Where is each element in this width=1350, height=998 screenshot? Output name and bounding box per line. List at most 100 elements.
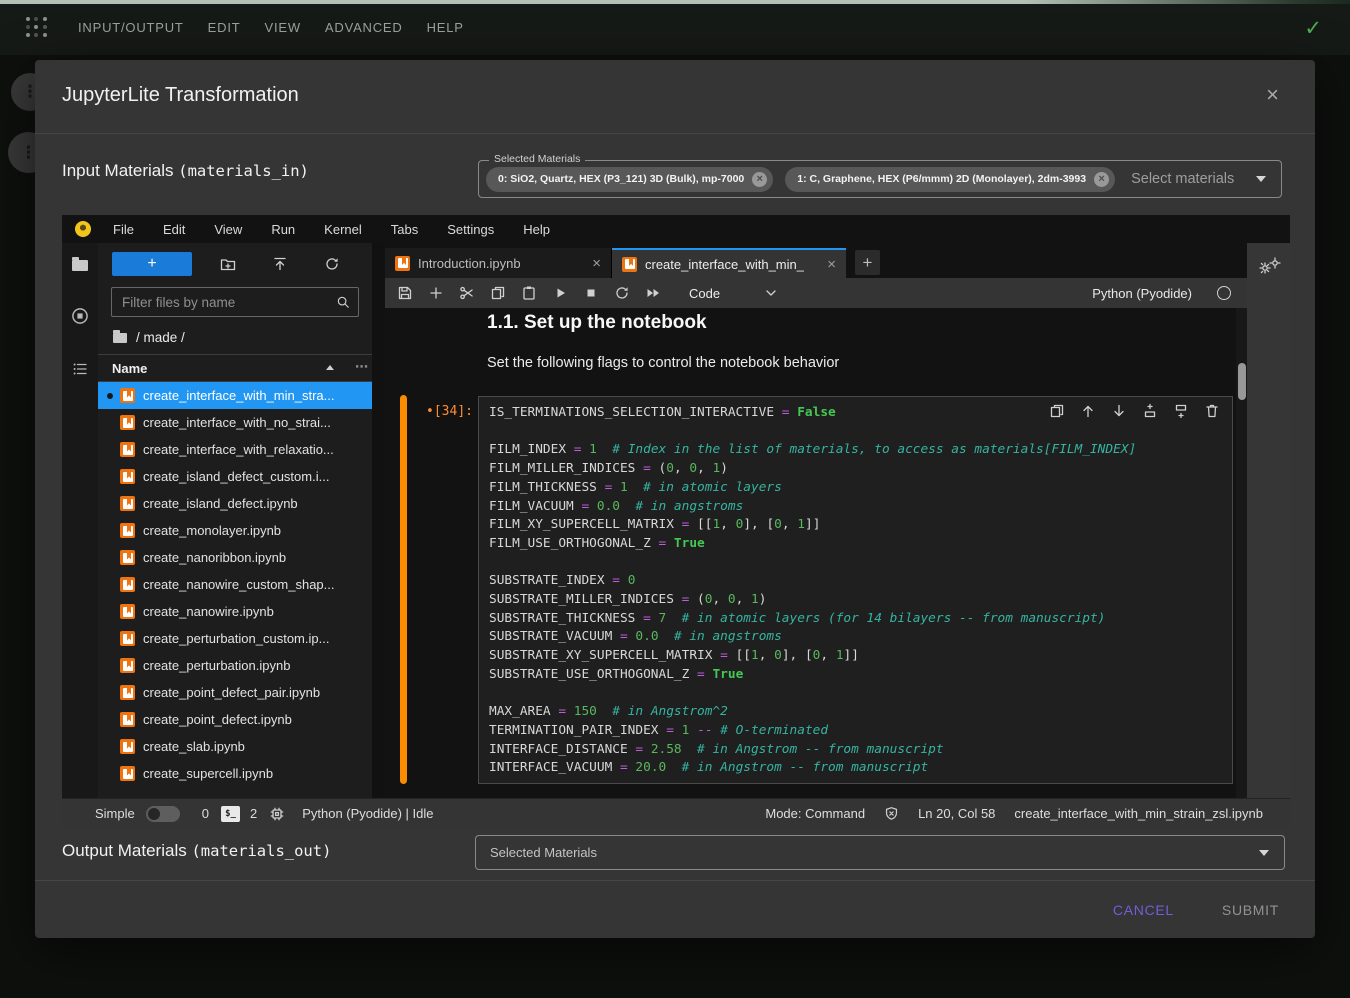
kernel-status-text[interactable]: Python (Pyodide) | Idle xyxy=(302,806,433,821)
filter-files-input[interactable] xyxy=(111,287,359,317)
tab-label[interactable]: create_interface_with_min_ xyxy=(645,257,804,272)
file-list-item[interactable]: create_nanowire_custom_shap... xyxy=(98,571,372,598)
dropdown-arrow-icon[interactable] xyxy=(1259,850,1269,856)
upload-icon[interactable] xyxy=(272,256,288,272)
output-materials-select[interactable]: Selected Materials xyxy=(475,835,1285,870)
cell-type-select[interactable]: Code xyxy=(689,286,720,301)
tab-create-interface-with-min[interactable]: create_interface_with_min_ × xyxy=(612,248,846,278)
file-list-item[interactable]: create_nanowire.ipynb xyxy=(98,598,372,625)
close-icon[interactable]: × xyxy=(1266,84,1279,106)
editor-mode[interactable]: Mode: Command xyxy=(765,806,865,821)
input-materials-select[interactable]: Selected Materials 0: SiO2, Quartz, HEX … xyxy=(478,160,1282,198)
menu-item-help[interactable]: Help xyxy=(523,222,550,237)
tab-label[interactable]: Introduction.ipynb xyxy=(418,256,521,271)
breadcrumb[interactable]: / made / xyxy=(98,325,372,350)
check-icon[interactable]: ✓ xyxy=(1304,16,1322,40)
submit-button[interactable]: SUBMIT xyxy=(1212,896,1289,924)
dropdown-arrow-icon[interactable] xyxy=(1256,176,1266,182)
delete-cell-icon[interactable] xyxy=(1204,403,1220,419)
file-list-item[interactable]: create_nanoribbon.ipynb xyxy=(98,544,372,571)
execution-count: •[34]: xyxy=(413,404,473,419)
restart-kernel-icon[interactable] xyxy=(614,285,630,301)
new-folder-icon[interactable] xyxy=(220,256,236,272)
more-options-icon[interactable]: ⋯ xyxy=(355,359,369,375)
file-list-item[interactable]: create_slab.ipynb xyxy=(98,733,372,760)
terminal-icon[interactable]: $_ xyxy=(221,806,240,822)
duplicate-cell-icon[interactable] xyxy=(1049,403,1065,419)
filter-files-field[interactable] xyxy=(120,294,336,311)
menu-item-edit[interactable]: Edit xyxy=(163,222,185,237)
insert-cell-above-icon[interactable] xyxy=(1142,403,1158,419)
insert-cell-below-icon[interactable] xyxy=(1173,403,1189,419)
tab-close-icon[interactable]: × xyxy=(827,257,836,272)
scrollbar-thumb[interactable] xyxy=(1238,363,1246,400)
move-cell-down-icon[interactable] xyxy=(1111,403,1127,419)
new-launcher-button[interactable]: + xyxy=(112,252,192,276)
notebook-file-icon xyxy=(120,523,135,538)
restart-run-all-icon[interactable] xyxy=(645,285,661,301)
shield-x-icon[interactable] xyxy=(884,806,899,821)
move-cell-up-icon[interactable] xyxy=(1080,403,1096,419)
menu-item-tabs[interactable]: Tabs xyxy=(391,222,418,237)
menu-item-view[interactable]: VIEW xyxy=(264,20,300,35)
cell-collapser[interactable] xyxy=(400,395,407,784)
chip-remove-icon[interactable]: × xyxy=(1094,172,1109,187)
code-cell-editor[interactable]: IS_TERMINATIONS_SELECTION_INTERACTIVE = … xyxy=(478,396,1233,784)
home-folder-icon[interactable] xyxy=(113,333,127,343)
chip-remove-icon[interactable]: × xyxy=(752,172,767,187)
paste-icon[interactable] xyxy=(521,285,537,301)
run-icon[interactable] xyxy=(552,285,568,301)
menu-item-edit[interactable]: EDIT xyxy=(208,20,241,35)
file-list-item[interactable]: create_interface_with_relaxatio... xyxy=(98,436,372,463)
name-column-header[interactable]: Name xyxy=(112,361,147,376)
menu-item-run[interactable]: Run xyxy=(271,222,295,237)
file-list-item[interactable]: create_point_defect.ipynb xyxy=(98,706,372,733)
app-menu: INPUT/OUTPUT EDIT VIEW ADVANCED HELP xyxy=(78,20,464,35)
file-list-item[interactable]: create_interface_with_min_stra... xyxy=(98,382,372,409)
file-list-item[interactable]: create_monolayer.ipynb xyxy=(98,517,372,544)
kernel-chip-icon[interactable] xyxy=(269,806,285,822)
notebook-tab-bar: Introduction.ipynb × create_interface_wi… xyxy=(385,243,1247,278)
breadcrumb-path[interactable]: / made / xyxy=(136,330,185,345)
menu-item-view[interactable]: View xyxy=(214,222,242,237)
file-list-item[interactable]: create_interface_with_no_strai... xyxy=(98,409,372,436)
panel-resizer[interactable] xyxy=(372,243,385,798)
file-list-header[interactable]: Name ⋯ xyxy=(98,354,372,382)
notebook-file-icon xyxy=(120,658,135,673)
menu-item-kernel[interactable]: Kernel xyxy=(324,222,362,237)
settings-gears-icon[interactable] xyxy=(1257,259,1281,283)
file-list-item[interactable]: create_perturbation_custom.ip... xyxy=(98,625,372,652)
tab-introduction[interactable]: Introduction.ipynb × xyxy=(385,248,612,278)
app-logo-icon[interactable] xyxy=(24,15,50,41)
simple-mode-toggle[interactable] xyxy=(146,806,180,822)
file-list-item[interactable]: create_perturbation.ipynb xyxy=(98,652,372,679)
menu-item-help[interactable]: HELP xyxy=(427,20,464,35)
file-list-item[interactable]: create_supercell.ipynb xyxy=(98,760,372,787)
new-tab-button[interactable]: + xyxy=(855,250,880,275)
file-list-item[interactable]: create_island_defect.ipynb xyxy=(98,490,372,517)
refresh-icon[interactable] xyxy=(324,256,340,272)
running-sessions-icon[interactable] xyxy=(71,307,89,325)
file-browser-icon[interactable] xyxy=(72,260,88,271)
table-of-contents-icon[interactable] xyxy=(72,361,88,377)
material-chip[interactable]: 1: C, Graphene, HEX (P6/mmm) 2D (Monolay… xyxy=(785,167,1115,192)
kernel-name[interactable]: Python (Pyodide) xyxy=(1092,286,1192,301)
file-list-item[interactable]: create_island_defect_custom.i... xyxy=(98,463,372,490)
add-cell-icon[interactable] xyxy=(428,285,444,301)
menu-item-input-output[interactable]: INPUT/OUTPUT xyxy=(78,20,184,35)
cut-icon[interactable] xyxy=(459,285,475,301)
notebook-scrollbar[interactable] xyxy=(1236,308,1247,798)
menu-item-advanced[interactable]: ADVANCED xyxy=(325,20,403,35)
menu-item-settings[interactable]: Settings xyxy=(447,222,494,237)
save-icon[interactable] xyxy=(397,285,413,301)
file-list-item[interactable]: create_point_defect_pair.ipynb xyxy=(98,679,372,706)
material-chip[interactable]: 0: SiO2, Quartz, HEX (P3_121) 3D (Bulk),… xyxy=(486,167,773,192)
cursor-position[interactable]: Ln 20, Col 58 xyxy=(918,806,995,821)
chevron-down-icon[interactable] xyxy=(763,285,779,301)
menu-item-file[interactable]: File xyxy=(113,222,134,237)
copy-icon[interactable] xyxy=(490,285,506,301)
cancel-button[interactable]: CANCEL xyxy=(1103,896,1184,924)
tab-close-icon[interactable]: × xyxy=(592,256,601,271)
kernel-status-icon xyxy=(1217,286,1231,300)
stop-icon[interactable] xyxy=(583,285,599,301)
